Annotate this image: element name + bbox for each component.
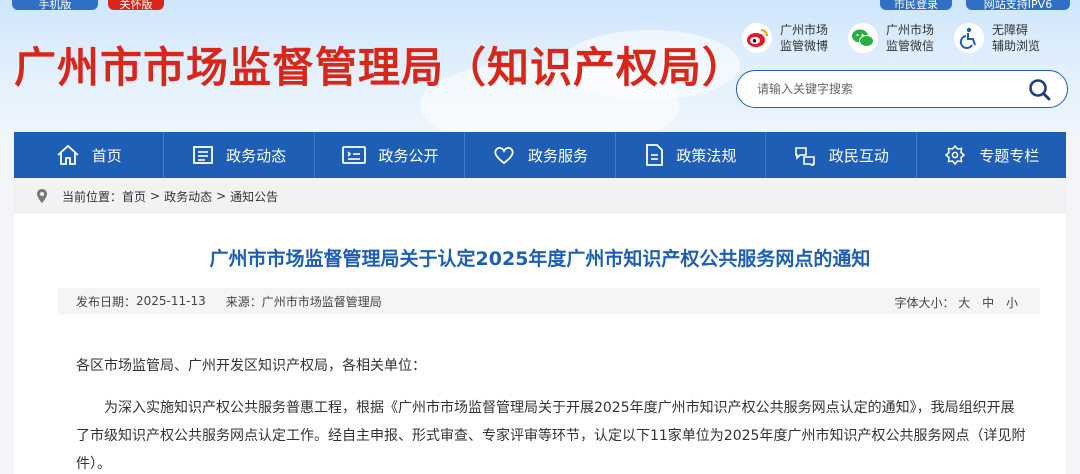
breadcrumb: 当前位置： 首页 > 政务动态 > 通知公告 xyxy=(14,178,1066,214)
heart-icon xyxy=(494,146,514,165)
source-label: 来源： xyxy=(225,294,262,309)
breadcrumb-news[interactable]: 政务动态 xyxy=(164,188,212,205)
citizen-login-link[interactable]: 市民登录 xyxy=(880,0,952,11)
care-version-link[interactable]: 关怀版 xyxy=(108,0,164,11)
accessibility-link[interactable]: 无障碍 辅助浏览 xyxy=(954,22,1050,54)
font-size-large[interactable]: 大 xyxy=(958,296,970,310)
weibo-label-line2: 监管微博 xyxy=(780,39,829,53)
home-icon xyxy=(57,144,79,165)
nav-item-label: 政务服务 xyxy=(527,146,588,165)
article-paragraph: 为深入实施知识产权公共服务普惠工程，根据《广州市市场监督管理局关于开展2025年… xyxy=(76,400,1026,472)
weibo-icon xyxy=(742,23,772,53)
accessibility-label-line1: 无障碍 xyxy=(992,23,1029,37)
nav-item-interaction[interactable]: 政民互动 xyxy=(766,132,917,178)
document-icon xyxy=(646,144,664,166)
wechat-link[interactable]: 广州市场 监管微信 xyxy=(848,22,944,54)
font-size-control: 字体大小： 大 中 小 xyxy=(894,294,1018,311)
breadcrumb-notices[interactable]: 通知公告 xyxy=(230,188,278,205)
breadcrumb-separator: > xyxy=(150,189,161,203)
column-icon xyxy=(945,144,966,166)
nav-item-policies[interactable]: 政策法规 xyxy=(616,132,767,178)
nav-item-label: 专题专栏 xyxy=(979,146,1040,165)
search-icon xyxy=(1029,79,1051,101)
wechat-label-line2: 监管微信 xyxy=(886,39,935,53)
nav-item-news[interactable]: 政务动态 xyxy=(164,132,315,178)
nav-item-label: 政务动态 xyxy=(226,146,287,165)
article-meta: 发布日期： 2025-11-13 来源： 广州市市场监督管理局 字体大小： 大 … xyxy=(58,288,1040,314)
article: 广州市市场监督管理局关于认定2025年度广州市知识产权公共服务网点的通知 发布日… xyxy=(14,214,1066,474)
location-pin-icon xyxy=(37,189,47,203)
search-box xyxy=(736,70,1068,108)
article-title: 广州市市场监督管理局关于认定2025年度广州市知识产权公共服务网点的通知 xyxy=(209,248,871,270)
disclosure-icon xyxy=(341,146,366,164)
news-icon xyxy=(193,146,214,164)
publish-date: 2025-11-13 xyxy=(136,294,206,308)
article-body: 各区市场监管局、广州开发区知识产权局，各相关单位： 为深入实施知识产权公共服务普… xyxy=(76,352,1028,474)
nav-item-label: 首页 xyxy=(91,146,122,165)
accessibility-icon xyxy=(954,23,984,53)
breadcrumb-separator: > xyxy=(216,189,227,203)
weibo-link[interactable]: 广州市场 监管微博 xyxy=(742,22,838,54)
main-nav: 首页 政务动态 政务公开 政务服务 政策法规 政民互动 专题专栏 xyxy=(14,132,1066,178)
site-title: 广州市市场监督管理局（知识产权局） xyxy=(14,43,746,92)
breadcrumb-prefix: 当前位置： xyxy=(62,189,123,204)
article-salutation: 各区市场监管局、广州开发区知识产权局，各相关单位： xyxy=(76,358,426,374)
nav-item-columns[interactable]: 专题专栏 xyxy=(917,132,1066,178)
weibo-label-line1: 广州市场 xyxy=(780,23,829,37)
publish-date-label: 发布日期： xyxy=(76,294,137,309)
nav-item-home[interactable]: 首页 xyxy=(14,132,165,178)
nav-item-services[interactable]: 政务服务 xyxy=(465,132,616,178)
accessibility-label-line2: 辅助浏览 xyxy=(992,39,1041,53)
mobile-version-link[interactable]: 手机版 xyxy=(12,0,98,11)
search-input[interactable] xyxy=(757,80,1007,98)
breadcrumb-home[interactable]: 首页 xyxy=(122,188,146,205)
nav-item-disclosure[interactable]: 政务公开 xyxy=(315,132,466,178)
font-size-label: 字体大小： xyxy=(894,296,955,310)
nav-item-label: 政务公开 xyxy=(378,146,439,165)
nav-item-label: 政策法规 xyxy=(676,146,737,165)
site-header: 手机版 关怀版 市民登录 网站支持IPV6 广州市市场监督管理局（知识产权局） … xyxy=(0,0,1080,132)
search-button[interactable] xyxy=(1027,77,1053,103)
wechat-label-line1: 广州市场 xyxy=(886,23,935,37)
ipv6-badge: 网站支持IPV6 xyxy=(966,0,1070,11)
source: 广州市市场监督管理局 xyxy=(261,294,382,309)
wechat-icon xyxy=(848,23,878,53)
nav-item-label: 政民互动 xyxy=(828,146,889,165)
interaction-icon xyxy=(795,147,815,166)
font-size-medium[interactable]: 中 xyxy=(982,296,994,310)
font-size-small[interactable]: 小 xyxy=(1006,296,1018,310)
